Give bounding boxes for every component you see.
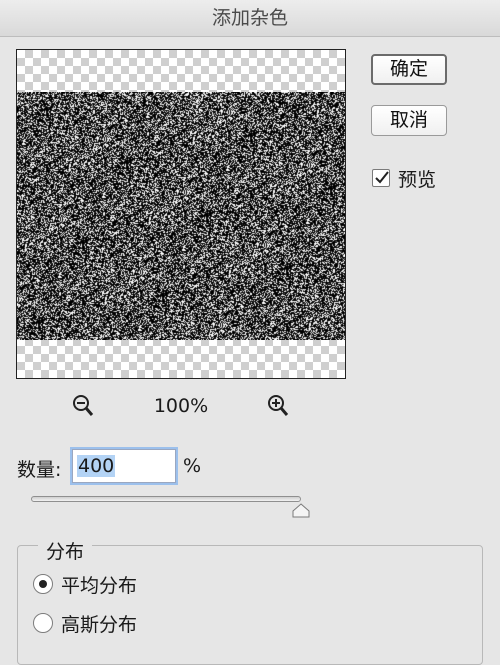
radio-gaussian-row[interactable]: 高斯分布 (33, 610, 137, 636)
radio-gaussian-label: 高斯分布 (61, 613, 138, 636)
preview-checkbox-row[interactable]: 预览 (372, 166, 437, 191)
radio-gaussian[interactable] (33, 613, 53, 633)
ok-button[interactable]: 确定 (371, 54, 447, 85)
radio-uniform-label: 平均分布 (61, 574, 138, 597)
distribution-group-title: 分布 (38, 537, 93, 564)
zoom-level: 100% (153, 395, 209, 417)
preview-checkbox-label: 预览 (398, 168, 437, 191)
amount-slider-thumb[interactable] (291, 503, 311, 519)
amount-unit: % (183, 455, 202, 477)
zoom-out-icon[interactable] (72, 394, 94, 418)
amount-slider-track[interactable] (31, 496, 301, 502)
radio-uniform[interactable] (33, 574, 53, 594)
amount-input[interactable]: 400 (72, 449, 176, 483)
checkmark-icon (375, 171, 389, 184)
dialog-title: 添加杂色 (0, 0, 500, 37)
preview-panel[interactable] (16, 49, 346, 379)
radio-uniform-row[interactable]: 平均分布 (33, 571, 137, 597)
cancel-button[interactable]: 取消 (371, 105, 447, 136)
zoom-in-icon[interactable] (267, 394, 289, 418)
amount-label: 数量: (17, 459, 62, 481)
amount-value: 400 (77, 455, 116, 477)
preview-checkbox[interactable] (372, 169, 390, 187)
noise-preview-image[interactable] (17, 92, 345, 340)
